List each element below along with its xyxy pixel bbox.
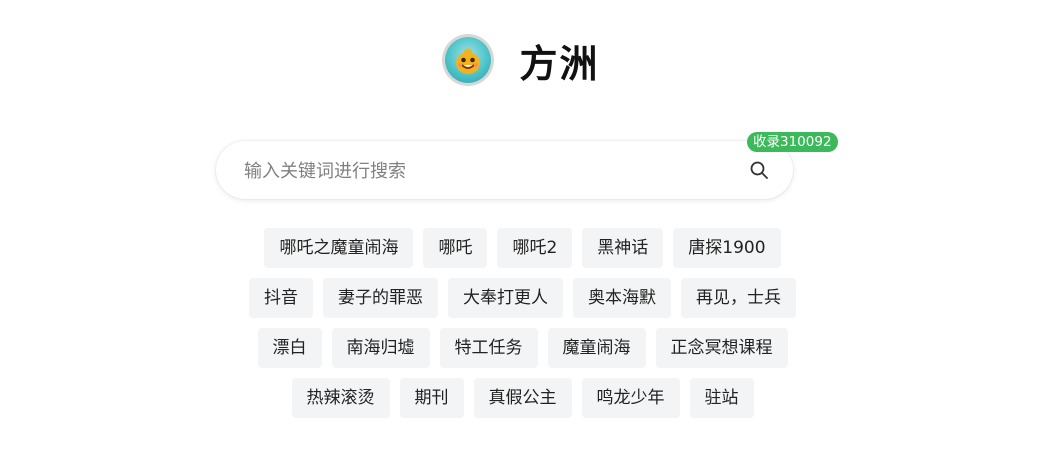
search-box	[216, 141, 793, 201]
hot-tag-row: 抖音 妻子的罪恶 大奉打更人 奥本海默 再见，士兵	[0, 278, 1045, 318]
index-count-badge: 收录310092	[747, 132, 838, 152]
hot-tag[interactable]: 黑神话	[582, 228, 664, 268]
hot-tag-row: 热辣滚烫 期刊 真假公主 鸣龙少年 驻站	[0, 378, 1045, 418]
site-title: 方洲	[519, 41, 600, 86]
hot-tags: 哪吒之魔童闹海 哪吒 哪吒2 黑神话 唐探1900 抖音 妻子的罪恶 大奉打更人 奥本海默 再见，…	[0, 228, 1045, 428]
search-icon	[750, 161, 768, 179]
brand-header: 方洲	[0, 32, 1045, 88]
hot-tag[interactable]: 鸣龙少年	[581, 378, 680, 418]
hot-tag[interactable]: 唐探1900	[673, 228, 781, 268]
hot-tag[interactable]: 特工任务	[439, 328, 538, 368]
hot-tag[interactable]: 期刊	[399, 378, 464, 418]
hot-tag[interactable]: 真假公主	[473, 378, 572, 418]
hot-tag[interactable]: 哪吒之魔童闹海	[264, 228, 414, 268]
hot-tag[interactable]: 魔童闹海	[547, 328, 646, 368]
page: 方洲 收录310092 哪吒之魔童闹海哪吒哪吒2黑神话唐探1900 抖音妻子的罪恶…	[0, 0, 1045, 473]
hot-tag-row: 漂白 南海归墟 特工任务 魔童闹海 正念冥想课程	[0, 328, 1045, 368]
hot-tag[interactable]: 驻站	[689, 378, 754, 418]
hot-tag[interactable]: 再见，士兵	[681, 278, 796, 318]
hot-tag[interactable]: 抖音	[249, 278, 313, 318]
hot-tag[interactable]: 哪吒	[423, 228, 488, 268]
hot-tag[interactable]: 漂白	[257, 328, 322, 368]
search-button[interactable]	[745, 156, 773, 184]
hot-tag[interactable]: 哪吒2	[497, 228, 573, 268]
hot-tag[interactable]: 正念冥想课程	[655, 328, 788, 368]
hot-tag[interactable]: 南海归墟	[331, 328, 430, 368]
hot-tag[interactable]: 热辣滚烫	[291, 378, 390, 418]
hot-tag[interactable]: 大奉打更人	[448, 278, 563, 318]
hot-tag[interactable]: 奥本海默	[573, 278, 671, 318]
mascot-logo-icon[interactable]	[445, 37, 492, 83]
hot-tag[interactable]: 妻子的罪恶	[323, 278, 438, 318]
search-input[interactable]	[242, 141, 726, 201]
hot-tag-row: 哪吒之魔童闹海 哪吒 哪吒2 黑神话 唐探1900	[0, 228, 1045, 268]
